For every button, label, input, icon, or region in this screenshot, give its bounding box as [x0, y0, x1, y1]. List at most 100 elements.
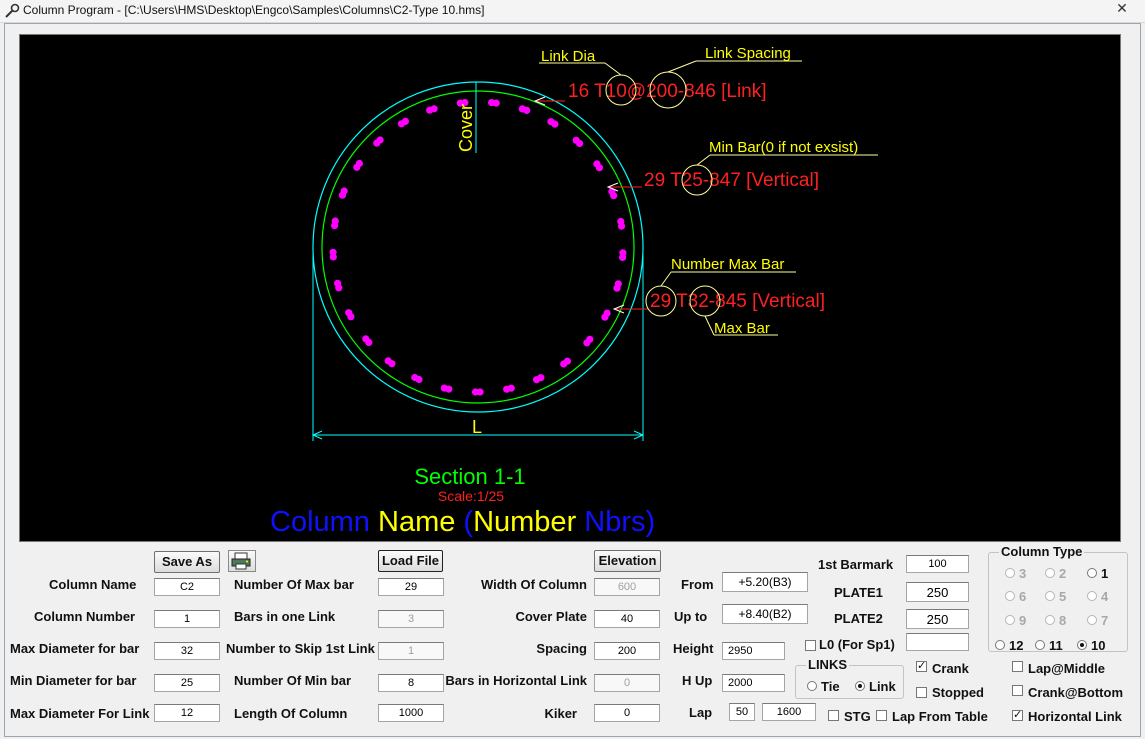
section-drawing-canvas: Cover L 16 T10@200-846 [Link] Link Dia L…: [19, 34, 1121, 542]
column-type-radio-6[interactable]: [1005, 591, 1015, 601]
column-type-radio-10[interactable]: [1077, 640, 1087, 650]
lap-from-table-label: Lap From Table: [892, 709, 988, 724]
lap-input[interactable]: [729, 703, 755, 721]
close-button[interactable]: ✕: [1107, 0, 1137, 16]
stg-label: STG: [844, 709, 871, 724]
column-type-radio-12[interactable]: [995, 640, 1005, 650]
rebar-pair: [471, 388, 484, 396]
load-file-button[interactable]: Load File: [378, 550, 443, 572]
title-name-word: Name: [378, 506, 455, 538]
lap-middle-checkbox[interactable]: [1012, 661, 1023, 672]
column-type-label-10: 10: [1091, 638, 1106, 653]
min-diameter-bar-label: Min Diameter for bar: [10, 673, 137, 688]
rebar-bar: [551, 120, 559, 128]
rebar-bar: [411, 373, 419, 382]
length-column-input[interactable]: [378, 704, 444, 722]
h-up-label: H Up: [682, 673, 713, 688]
crank-bottom-checkbox[interactable]: [1012, 685, 1023, 696]
width-column-label: Width Of Column: [480, 577, 587, 592]
number-max-bar-field-label: Number Of Max bar: [234, 577, 354, 592]
h-up-input[interactable]: [722, 674, 785, 692]
column-type-radio-5[interactable]: [1045, 591, 1055, 601]
stg-checkbox[interactable]: [828, 710, 839, 721]
height-input[interactable]: [722, 642, 785, 660]
save-as-button[interactable]: Save As: [154, 551, 220, 573]
crank-checkbox[interactable]: ✓: [916, 661, 927, 672]
tie-radio[interactable]: [807, 681, 817, 691]
rebar-bar: [334, 279, 342, 287]
elevation-button[interactable]: Elevation: [594, 550, 661, 572]
cover-plate-input[interactable]: [594, 610, 660, 628]
column-type-radio-11[interactable]: [1035, 640, 1045, 650]
plate1-label: PLATE1: [834, 585, 883, 600]
rebar-bar: [492, 99, 500, 107]
rebar-pair: [362, 335, 373, 346]
column-type-radio-1[interactable]: [1087, 568, 1097, 578]
title-nbrs-word: Nbrs): [576, 506, 655, 538]
column-type-label-1: 1: [1101, 566, 1109, 581]
column-type-radio-4[interactable]: [1087, 591, 1097, 601]
column-number-label: Column Number: [34, 609, 136, 624]
rebar-pair: [503, 384, 515, 393]
title-column-word: Column: [270, 506, 378, 538]
from-input[interactable]: [722, 572, 808, 592]
plate1-input[interactable]: [906, 582, 969, 602]
lap-from-table-checkbox[interactable]: [876, 710, 887, 721]
rebar-bar: [384, 357, 392, 365]
column-type-radio-2[interactable]: [1045, 568, 1055, 578]
rebar-bar: [619, 253, 627, 261]
number-max-bar-input[interactable]: [378, 578, 444, 596]
min-diameter-bar-input[interactable]: [154, 674, 220, 692]
cover-label: Cover: [456, 104, 476, 152]
column-type-radio-3[interactable]: [1005, 568, 1015, 578]
column-type-label-5: 5: [1059, 589, 1067, 604]
spacing-input[interactable]: [594, 642, 660, 660]
stopped-checkbox[interactable]: [916, 687, 927, 698]
column-type-radio-8[interactable]: [1045, 615, 1055, 625]
rebar-bar: [430, 105, 438, 113]
column-type-label-12: 12: [1009, 638, 1024, 653]
crank-bottom-label: Crank@Bottom: [1028, 685, 1124, 700]
max-diameter-bar-input[interactable]: [154, 642, 220, 660]
width-column-input: [594, 578, 660, 596]
rebar-pair: [533, 374, 545, 384]
link-radio[interactable]: [855, 681, 865, 691]
max-diameter-link-label: Max Diameter For Link: [10, 706, 150, 721]
rebar-bar: [533, 376, 541, 384]
rebar-pair: [572, 136, 584, 148]
l0-checkbox[interactable]: [805, 640, 816, 651]
crank-label: Crank: [932, 661, 969, 676]
number-max-bar-label: Number Max Bar: [671, 256, 784, 273]
column-name-input[interactable]: [154, 578, 220, 596]
rebar-pair: [488, 99, 500, 107]
column-type-label-6: 6: [1019, 589, 1027, 604]
column-type-radio-9[interactable]: [1005, 615, 1015, 625]
up-to-input[interactable]: [722, 604, 808, 624]
kiker-input[interactable]: [594, 704, 660, 722]
rebar-pair: [593, 160, 604, 172]
number-min-bar-input[interactable]: [378, 674, 444, 692]
section-title: Section 1-1: [414, 464, 525, 489]
l0-label: L0 (For Sp1): [819, 637, 895, 652]
rebar-bar: [613, 284, 621, 292]
l0-input[interactable]: [906, 633, 969, 651]
rebar-bar: [503, 385, 511, 393]
rebar-bar: [617, 222, 626, 230]
lap-length-input[interactable]: [762, 703, 816, 721]
max-diameter-bar-label: Max Diameter for bar: [10, 641, 140, 656]
column-type-radio-7[interactable]: [1087, 615, 1097, 625]
link-label: Link: [869, 679, 896, 694]
rebar-pair: [426, 105, 438, 114]
printer-button[interactable]: [228, 550, 256, 572]
title-bar: Column Program - [C:\Users\HMS\Desktop\E…: [0, 0, 1145, 23]
rebar-bar: [340, 187, 348, 195]
up-to-label: Up to: [674, 609, 708, 624]
horizontal-link-checkbox[interactable]: ✓: [1012, 710, 1023, 721]
rebar-bar: [471, 388, 480, 396]
rebar-pair: [338, 187, 348, 199]
horizontal-link-label: Horizontal Link: [1028, 709, 1122, 724]
first-barmark-input[interactable]: [906, 555, 969, 573]
column-number-input[interactable]: [154, 610, 220, 628]
max-diameter-link-input[interactable]: [154, 704, 220, 722]
plate2-input[interactable]: [906, 609, 969, 629]
